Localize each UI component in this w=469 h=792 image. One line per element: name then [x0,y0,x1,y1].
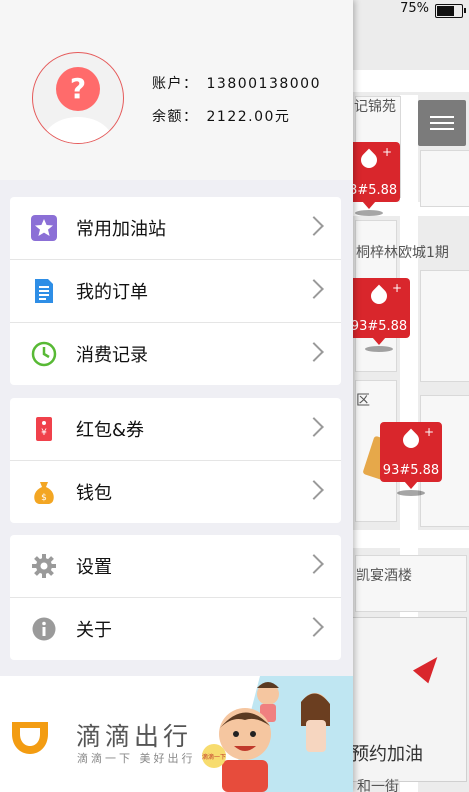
account-value: 13800138000 [206,76,321,92]
chevron-right-icon [304,554,324,574]
document-icon [35,279,53,303]
reserve-card[interactable]: 预约加油 [350,617,467,782]
gas-station-pin[interactable]: + 93#5.88 [348,278,410,352]
account-row: 账户： 13800138000 [152,73,321,93]
clock-icon [31,341,57,367]
brand-slogan: 滴滴一下 美好出行 [77,752,196,765]
menu-item-label: 我的订单 [76,282,148,303]
hamburger-icon[interactable] [418,100,466,146]
chevron-right-icon [304,417,324,437]
account-label: 账户： [152,76,199,92]
menu-group-stations: 常用加油站 我的订单 消费记录 [10,197,341,385]
fuel-drop-icon [367,284,391,308]
chevron-right-icon [304,279,324,299]
balance-row: 余额： 2122.00元 [152,106,290,126]
station-price: 93#5.88 [382,463,440,478]
menu-item-label: 设置 [76,557,112,578]
map-place-label: 桐梓林欧城1期 [356,245,449,261]
station-price: 93#5.88 [350,319,408,334]
map-place-label: 记锦苑 [354,99,396,115]
svg-text:¥: ¥ [41,428,47,438]
menu-item-settings[interactable]: 设置 [10,535,341,598]
battery-percentage: 75% [400,1,429,16]
balance-label: 余额： [152,109,199,125]
star-icon [31,215,57,241]
menu-item-label: 钱包 [76,483,112,504]
question-mark-avatar-icon[interactable]: ? [32,52,124,144]
svg-text:$: $ [41,493,47,503]
promo-illustration-icon: 滴滴一下 [202,676,353,792]
chevron-right-icon [304,342,324,362]
side-drawer: ? 账户： 13800138000 余额： 2122.00元 常用加油站 我的订单 [0,0,353,792]
profile-header: ? 账户： 13800138000 余额： 2122.00元 [0,0,353,180]
reserve-label[interactable]: 预约加油 [351,740,423,766]
gas-station-pin[interactable]: + 93#5.88 [380,422,442,496]
info-icon [32,617,56,641]
coupon-icon: ¥ [36,417,52,441]
fuel-drop-icon [399,428,423,452]
menu-group-wallet: ¥ 红包&券 $ 钱包 [10,398,341,523]
menu-item-label: 常用加油站 [76,219,166,240]
battery-icon [435,4,466,18]
menu-item-favorite-stations[interactable]: 常用加油站 [10,197,341,260]
map-place-label: 凯宴酒楼 [356,568,412,584]
chevron-right-icon [304,216,324,236]
promo-badge: 滴滴一下 [202,753,226,761]
money-bag-icon: $ [34,482,54,504]
fuel-drop-icon [357,148,381,172]
menu-item-coupons[interactable]: ¥ 红包&券 [10,398,341,461]
gear-icon [32,554,56,578]
menu-item-about[interactable]: 关于 [10,598,341,660]
chevron-right-icon [304,480,324,500]
balance-value: 2122.00元 [206,109,291,125]
brand-name: 滴滴出行 [76,722,193,751]
map-place-label: 区 [356,393,370,409]
didi-logo-icon [12,722,48,754]
menu-item-label: 关于 [76,620,112,641]
menu-item-label: 红包&券 [76,420,145,441]
navigation-arrow-icon[interactable] [412,650,446,684]
menu-group-settings: 设置 关于 [10,535,341,660]
map-street-label: 和一街 [357,779,399,792]
menu-item-my-orders[interactable]: 我的订单 [10,260,341,323]
didi-promo-banner[interactable]: 滴滴出行 滴滴一下 美好出行 滴滴一下 [0,676,353,792]
menu-item-wallet[interactable]: $ 钱包 [10,461,341,523]
menu-item-label: 消费记录 [76,345,148,366]
chevron-right-icon [304,617,324,637]
menu-item-consumption-record[interactable]: 消费记录 [10,323,341,385]
